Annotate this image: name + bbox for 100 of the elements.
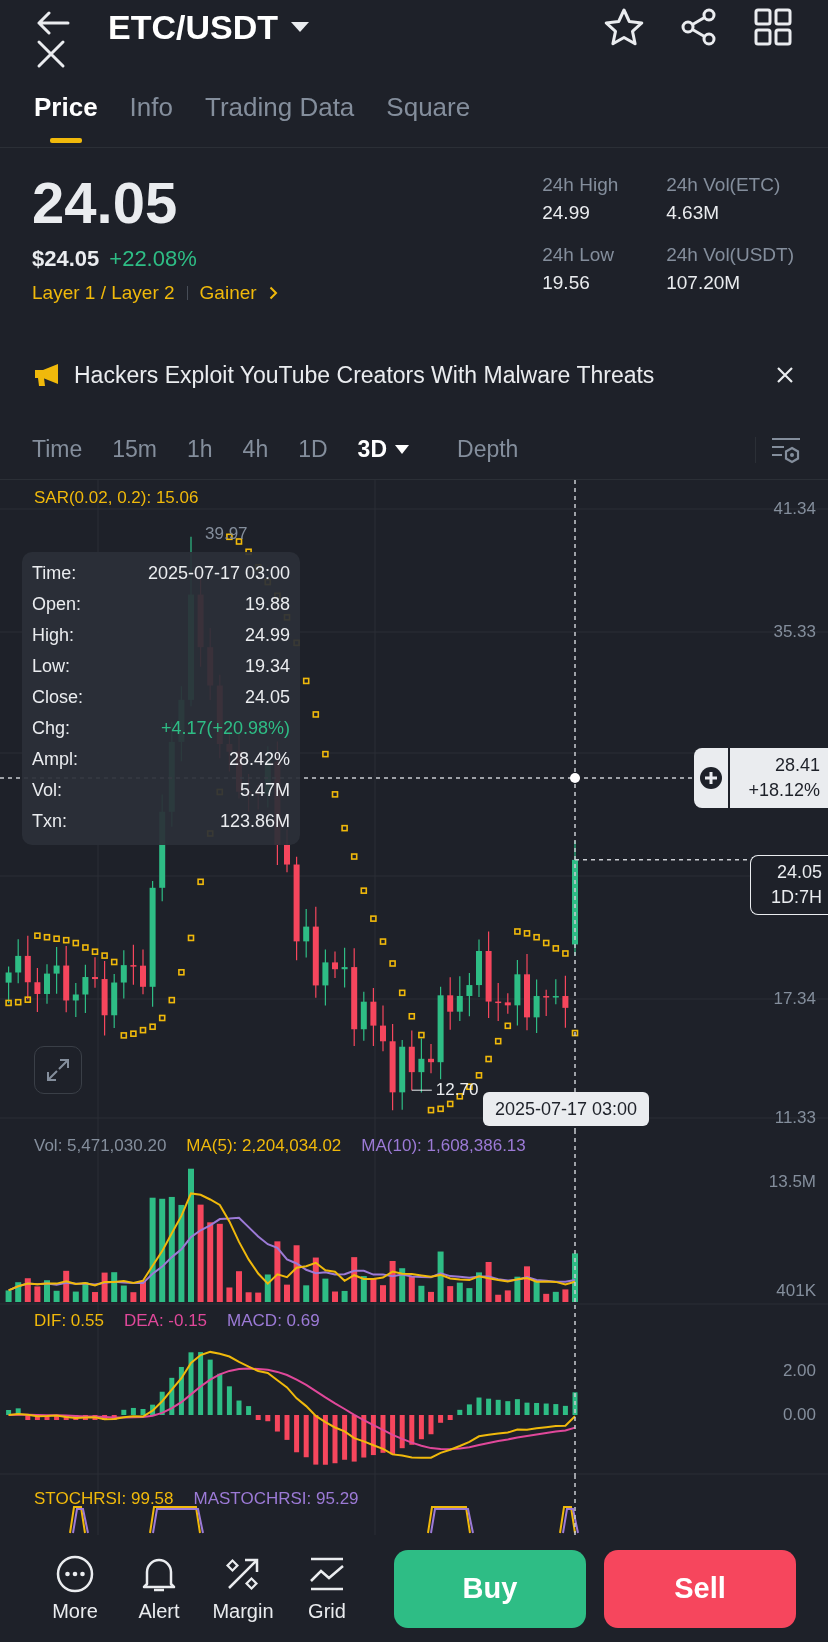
- tag-link[interactable]: Gainer: [199, 282, 257, 304]
- toolbar-action[interactable]: Grid: [290, 1554, 364, 1623]
- tooltip-value: 24.05: [244, 687, 290, 708]
- price-axis-label: 41.34: [773, 499, 816, 519]
- macd-bar: [553, 1404, 559, 1415]
- chevron-icon[interactable]: [268, 286, 278, 300]
- stat-label: 24h Vol(ETC): [666, 174, 782, 196]
- stat-label: 24h High: [542, 174, 620, 196]
- price-axis-label: 17.34: [773, 989, 816, 1009]
- macd-bar: [572, 1392, 578, 1415]
- stat-label: 24h Vol(USDT): [666, 244, 794, 266]
- tooltip-label: Close:: [32, 687, 84, 708]
- interval-option[interactable]: Depth: [457, 436, 519, 463]
- stat-value: 19.56: [542, 272, 591, 294]
- share-icon[interactable]: [680, 8, 718, 46]
- macd-bar: [150, 1404, 156, 1415]
- interval-option[interactable]: 1h: [187, 436, 213, 463]
- macd-bar: [178, 1366, 184, 1415]
- macd-bar: [294, 1415, 300, 1453]
- macd-bar: [284, 1415, 290, 1440]
- macd-bar: [380, 1415, 386, 1453]
- macd-bar: [514, 1399, 520, 1415]
- interval-option[interactable]: 3D: [357, 436, 409, 463]
- stat-value: 107.20M: [666, 272, 742, 294]
- interval-option[interactable]: Time: [32, 436, 83, 463]
- tooltip-value: 28.42%: [228, 749, 290, 770]
- chart-settings-icon[interactable]: [770, 435, 802, 464]
- stat-label: 24h Low: [542, 244, 616, 266]
- tooltip-value: 2025-07-17 03:00: [147, 563, 290, 584]
- macd-bar: [82, 1415, 88, 1420]
- macd-bar: [390, 1415, 396, 1455]
- sell-button[interactable]: Sell: [604, 1549, 796, 1628]
- grid-icon[interactable]: [754, 8, 792, 46]
- tooltip-value: +4.17(+20.98%): [160, 718, 290, 739]
- expand-icon[interactable]: [45, 1057, 71, 1083]
- fullscreen-button[interactable]: [34, 1046, 82, 1094]
- more-icon[interactable]: [55, 1554, 95, 1594]
- macd-bar: [524, 1402, 530, 1415]
- tab[interactable]: Info: [129, 80, 173, 147]
- macd-bar: [207, 1359, 213, 1415]
- macd-bar: [438, 1415, 444, 1423]
- macd-bar: [6, 1410, 12, 1415]
- pair-title[interactable]: ETC/USDT: [108, 7, 278, 47]
- toolbar-action[interactable]: Margin: [206, 1554, 280, 1623]
- price-change: +22.08%: [109, 246, 197, 272]
- macd-bar: [44, 1415, 50, 1420]
- macd-bar: [534, 1402, 540, 1415]
- back-arrow-icon[interactable]: [36, 11, 70, 35]
- tooltip-value: 19.88: [244, 594, 290, 615]
- close-icon[interactable]: [776, 366, 794, 384]
- macd-bar: [54, 1415, 60, 1420]
- indicator-legend: DIF: 0.55: [34, 1311, 104, 1331]
- tooltip-label: Vol:: [32, 780, 63, 801]
- macd-bar: [265, 1415, 271, 1422]
- macd-bar: [121, 1409, 127, 1415]
- macd-bar: [303, 1415, 309, 1458]
- last-price-value: 24.05: [776, 862, 822, 883]
- crosshair-price-tag[interactable]: 28.41 +18.12%: [694, 748, 828, 808]
- tooltip-value: 5.47M: [239, 780, 290, 801]
- tooltip-value: 24.99: [244, 625, 290, 646]
- macd-bar: [351, 1415, 357, 1462]
- toolbar-action[interactable]: Alert: [122, 1554, 196, 1623]
- interval-option[interactable]: 4h: [242, 436, 269, 463]
- tooltip-value: 123.86M: [219, 811, 290, 832]
- tab[interactable]: Price: [34, 80, 98, 147]
- macd-bar: [476, 1397, 482, 1415]
- macd-bar: [466, 1404, 472, 1415]
- caret-icon[interactable]: [290, 21, 310, 33]
- toolbar-action[interactable]: More: [38, 1554, 112, 1623]
- tab[interactable]: Trading Data: [205, 80, 355, 147]
- tooltip-label: Chg:: [32, 718, 71, 739]
- tab[interactable]: Square: [386, 80, 471, 147]
- axis-label: 13.5M: [768, 1172, 816, 1192]
- tooltip-label: Low:: [32, 656, 71, 677]
- macd-bar: [169, 1377, 175, 1415]
- crosshair-time-label: 2025-07-17 03:00: [483, 1092, 650, 1126]
- megaphone-icon: [34, 363, 60, 387]
- macd-bar: [543, 1403, 549, 1415]
- axis-label: 2.00: [782, 1361, 816, 1381]
- tooltip-label: Open:: [32, 594, 82, 615]
- caret-icon[interactable]: [395, 445, 409, 454]
- plus-icon[interactable]: [699, 766, 723, 790]
- stat-value: 4.63M: [666, 202, 721, 224]
- price-axis-label: 11.33: [774, 1108, 816, 1128]
- interval-option[interactable]: 1D: [298, 436, 328, 463]
- crosshair-price: 28.41: [774, 755, 820, 776]
- indicator-legend: Vol: 5,471,030.20: [34, 1136, 167, 1156]
- macd-bar: [226, 1386, 232, 1415]
- crosshair-change: +18.12%: [748, 780, 820, 801]
- macd-bar: [342, 1415, 348, 1460]
- category-tag[interactable]: Layer 1 / Layer 2: [32, 282, 175, 304]
- macd-bar: [159, 1391, 165, 1415]
- macd-bar: [63, 1415, 69, 1420]
- sar-indicator-label: SAR(0.02, 0.2): 15.06: [34, 488, 199, 508]
- interval-option[interactable]: 15m: [112, 436, 157, 463]
- news-headline[interactable]: Hackers Exploit YouTube Creators With Malware Threats: [74, 361, 762, 389]
- star-icon[interactable]: [604, 8, 644, 46]
- macd-bar: [198, 1352, 204, 1415]
- close-icon[interactable]: [36, 39, 66, 69]
- macd-bar: [236, 1400, 242, 1415]
